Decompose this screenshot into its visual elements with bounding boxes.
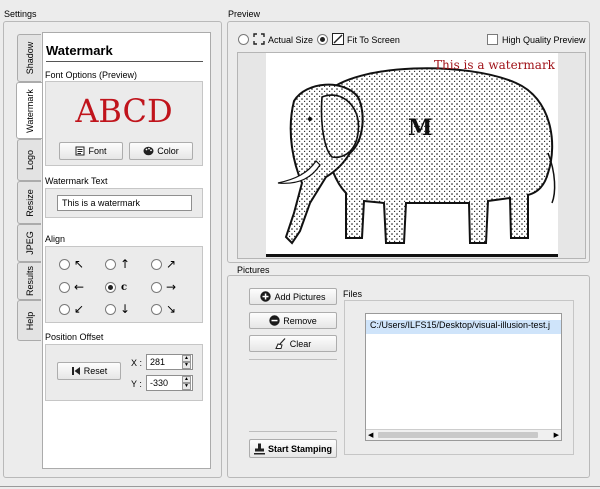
status-bar-border xyxy=(0,486,600,487)
arrow-down-left-icon: ↙ xyxy=(74,302,85,316)
settings-group-title: Settings xyxy=(4,9,37,19)
x-increment-icon[interactable]: ▲ xyxy=(182,355,191,362)
arrow-up-icon: ↑ xyxy=(120,257,131,271)
clear-button[interactable]: Clear xyxy=(249,335,337,352)
file-list-item[interactable]: C:/Users/ILFS15/Desktop/visual-illusion-… xyxy=(366,320,561,334)
y-offset-spinbox[interactable]: -330 ▲ ▼ xyxy=(146,375,193,391)
broom-icon xyxy=(274,338,287,349)
font-button[interactable]: Font xyxy=(59,142,123,160)
emblem-letter: M xyxy=(408,115,433,141)
align-top-right-radio[interactable] xyxy=(151,259,162,270)
scroll-left-icon[interactable]: ◀ xyxy=(368,431,373,439)
x-offset-spinbox[interactable]: 281 ▲ ▼ xyxy=(146,354,193,370)
x-label: X : xyxy=(131,358,143,368)
arrow-up-left-icon: ↖ xyxy=(74,257,85,271)
scroll-right-icon[interactable]: ▶ xyxy=(554,431,559,439)
expand-icon xyxy=(253,33,265,45)
watermark-tab-page: Watermark Font Options (Preview) ABCD Fo… xyxy=(42,32,211,469)
align-box: ↖ ↑ ↗ ← c → ↙ ↓ ↘ xyxy=(45,246,203,323)
tab-help[interactable]: Help xyxy=(17,300,41,341)
files-group: C:/Users/ILFS15/Desktop/visual-illusion-… xyxy=(344,300,574,455)
arrow-down-icon: ↓ xyxy=(120,302,131,316)
y-label: Y : xyxy=(131,379,142,389)
watermark-heading: Watermark xyxy=(46,43,113,58)
tab-jpeg[interactable]: JPEG xyxy=(17,224,41,262)
start-stamping-button[interactable]: Start Stamping xyxy=(249,439,337,458)
align-top-center-radio[interactable] xyxy=(105,259,116,270)
high-quality-checkbox[interactable] xyxy=(487,34,498,45)
y-decrement-icon[interactable]: ▼ xyxy=(182,383,191,390)
reset-icon xyxy=(71,366,81,376)
elephant-illustration xyxy=(277,67,556,245)
preview-group-title: Preview xyxy=(228,9,261,19)
files-list[interactable]: C:/Users/ILFS15/Desktop/visual-illusion-… xyxy=(365,313,562,441)
arrow-up-right-icon: ↗ xyxy=(166,257,177,271)
preview-image: M This is a watermark xyxy=(266,53,558,257)
font-icon xyxy=(75,146,85,156)
tab-resize[interactable]: Resize xyxy=(17,181,41,224)
arrow-left-icon: ← xyxy=(74,280,85,294)
actual-size-label: Actual Size xyxy=(268,35,314,45)
watermark-text-label: Watermark Text xyxy=(45,176,108,186)
watermark-text-input[interactable]: This is a watermark xyxy=(57,195,192,211)
align-center-glyph: c xyxy=(121,282,128,293)
reset-button[interactable]: Reset xyxy=(57,362,121,380)
font-options-box: ABCD Font Color xyxy=(45,81,203,166)
add-pictures-button[interactable]: Add Pictures xyxy=(249,288,337,305)
watermark-text-box: This is a watermark xyxy=(45,188,203,218)
position-offset-label: Position Offset xyxy=(45,332,104,342)
start-divider xyxy=(249,431,337,432)
tab-logo[interactable]: Logo xyxy=(17,139,41,181)
align-middle-left-radio[interactable] xyxy=(59,282,70,293)
remove-button[interactable]: Remove xyxy=(249,312,337,329)
heading-divider xyxy=(46,61,203,62)
x-decrement-icon[interactable]: ▼ xyxy=(182,362,191,369)
position-offset-box: Reset X : 281 ▲ ▼ Y : -330 ▲ ▼ xyxy=(45,344,203,401)
align-center-radio[interactable] xyxy=(105,282,116,293)
minus-icon xyxy=(269,315,280,326)
y-increment-icon[interactable]: ▲ xyxy=(182,376,191,383)
palette-icon xyxy=(143,146,154,156)
watermark-overlay-text: This is a watermark xyxy=(434,58,555,72)
fit-to-screen-label: Fit To Screen xyxy=(347,35,400,45)
arrow-down-right-icon: ↘ xyxy=(166,302,177,316)
arrow-right-icon: → xyxy=(166,280,177,294)
align-bottom-right-radio[interactable] xyxy=(151,304,162,315)
color-button[interactable]: Color xyxy=(129,142,193,160)
buttons-divider xyxy=(249,359,337,360)
font-options-label: Font Options (Preview) xyxy=(45,70,138,80)
plus-icon xyxy=(260,291,272,302)
high-quality-label: High Quality Preview xyxy=(502,35,586,45)
tab-watermark[interactable]: Watermark xyxy=(16,82,43,139)
align-top-left-radio[interactable] xyxy=(59,259,70,270)
align-bottom-center-radio[interactable] xyxy=(105,304,116,315)
align-bottom-left-radio[interactable] xyxy=(59,304,70,315)
files-label: Files xyxy=(343,289,363,299)
tab-shadow[interactable]: Shadow xyxy=(17,34,41,82)
horizontal-scrollbar[interactable]: ◀ ▶ xyxy=(366,429,561,440)
font-preview-text: ABCD xyxy=(75,92,173,130)
align-label: Align xyxy=(45,234,66,244)
tab-results[interactable]: Results xyxy=(17,262,41,300)
pictures-group-title: Pictures xyxy=(237,265,270,275)
actual-size-radio[interactable] xyxy=(238,34,249,45)
align-middle-right-radio[interactable] xyxy=(151,282,162,293)
fit-to-screen-radio[interactable] xyxy=(317,34,328,45)
stamp-icon xyxy=(253,443,265,455)
scroll-thumb[interactable] xyxy=(378,432,538,438)
fit-screen-icon xyxy=(332,33,344,45)
preview-canvas: M This is a watermark xyxy=(237,52,586,259)
